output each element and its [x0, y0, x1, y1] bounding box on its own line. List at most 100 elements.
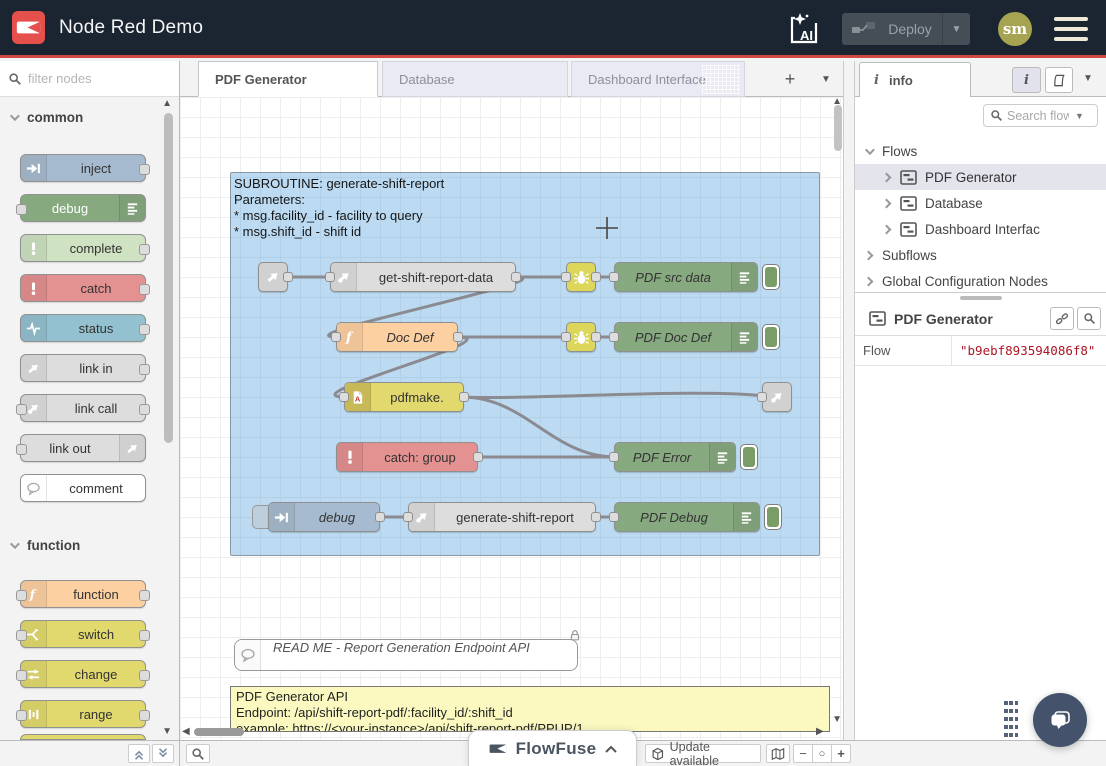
- tree-flows[interactable]: Flows: [855, 138, 1106, 164]
- info-panel-button[interactable]: i: [1012, 67, 1041, 93]
- deploy-options-caret[interactable]: ▼: [942, 13, 970, 45]
- palette-node-change[interactable]: change: [20, 660, 146, 688]
- palette-node-link-in[interactable]: link in: [20, 354, 146, 382]
- tree-subflows[interactable]: Subflows: [855, 242, 1106, 268]
- search-flows-box[interactable]: ▼: [983, 104, 1098, 127]
- palette-node-debug[interactable]: debug: [20, 194, 146, 222]
- chat-widget-button[interactable]: [1033, 693, 1087, 747]
- output-port[interactable]: [591, 272, 601, 282]
- canvas-hscrollbar[interactable]: [194, 728, 244, 736]
- tab-pdf-generator[interactable]: PDF Generator: [198, 61, 378, 97]
- tree-global-config[interactable]: Global Configuration Nodes: [855, 268, 1106, 294]
- palette-node-catch[interactable]: catch: [20, 274, 146, 302]
- filter-nodes-input[interactable]: [28, 71, 179, 86]
- zoom-in-button[interactable]: +: [831, 744, 851, 763]
- search-canvas-button[interactable]: [186, 744, 210, 763]
- output-port[interactable]: [375, 512, 385, 522]
- node-inject-debug[interactable]: debug: [268, 502, 380, 532]
- flowfuse-panel-button[interactable]: FlowFuse: [468, 730, 637, 766]
- input-port[interactable]: [609, 332, 619, 342]
- node-pdf-doc-def[interactable]: PDF Doc Def: [614, 322, 758, 352]
- output-port[interactable]: [511, 272, 521, 282]
- palette-category-function[interactable]: function: [0, 533, 179, 557]
- node-pdf-src-data[interactable]: PDF src data: [614, 262, 758, 292]
- input-port[interactable]: [561, 272, 571, 282]
- output-port[interactable]: [453, 332, 463, 342]
- sidebar-resize-handle[interactable]: [843, 61, 855, 740]
- tree-item-pdf-generator[interactable]: PDF Generator: [855, 164, 1106, 190]
- node-pdf-debug[interactable]: PDF Debug: [614, 502, 760, 532]
- sidebar-options-caret[interactable]: ▼: [1083, 73, 1093, 84]
- output-port[interactable]: [473, 452, 483, 462]
- input-port[interactable]: [403, 512, 413, 522]
- zoom-reset-button[interactable]: ○: [812, 744, 832, 763]
- widget-drag-handle[interactable]: [1004, 701, 1020, 741]
- update-available-button[interactable]: Update available: [645, 744, 761, 763]
- palette-node-status[interactable]: status: [20, 314, 146, 342]
- canvas-vscrollbar[interactable]: [834, 105, 842, 151]
- input-port[interactable]: [609, 272, 619, 282]
- find-flow-button[interactable]: [1077, 307, 1101, 330]
- palette-scroll-up-icon[interactable]: ▲: [162, 99, 172, 109]
- palette-category-common[interactable]: common: [0, 105, 179, 129]
- help-panel-button[interactable]: [1045, 67, 1073, 93]
- tab-database[interactable]: Database: [382, 61, 568, 97]
- copy-link-button[interactable]: [1050, 307, 1074, 330]
- palette-node-range[interactable]: range: [20, 700, 146, 728]
- debug-toggle-button[interactable]: [762, 324, 780, 350]
- palette-node-comment[interactable]: comment: [20, 474, 146, 502]
- canvas-scroll-left-icon[interactable]: ◀: [182, 727, 190, 737]
- node-link-in[interactable]: [258, 262, 288, 292]
- tab-dashboard-interface[interactable]: Dashboard Interface: [571, 61, 745, 97]
- palette-node-complete[interactable]: complete: [20, 234, 146, 262]
- debug-toggle-button[interactable]: [764, 504, 782, 530]
- node-generate-shift-report[interactable]: generate-shift-report: [408, 502, 596, 532]
- node-get-shift-report-data[interactable]: get-shift-report-data: [330, 262, 516, 292]
- expand-all-button[interactable]: [152, 744, 174, 763]
- search-flows-input[interactable]: [1007, 109, 1069, 123]
- api-note[interactable]: PDF Generator API Endpoint: /api/shift-r…: [230, 686, 830, 732]
- node-debug-junction-1[interactable]: [566, 262, 596, 292]
- input-port[interactable]: [561, 332, 571, 342]
- canvas-scroll-right-icon[interactable]: ▶: [816, 727, 824, 737]
- inject-trigger-button[interactable]: [252, 505, 269, 529]
- add-flow-button[interactable]: +: [776, 65, 804, 93]
- output-port[interactable]: [591, 332, 601, 342]
- output-port[interactable]: [459, 392, 469, 402]
- ai-assistant-button[interactable]: [786, 11, 820, 47]
- tab-list-caret[interactable]: ▼: [812, 65, 840, 93]
- tree-item-database[interactable]: Database: [855, 190, 1106, 216]
- node-pdf-error[interactable]: PDF Error: [614, 442, 736, 472]
- input-port[interactable]: [331, 332, 341, 342]
- zoom-out-button[interactable]: −: [793, 744, 813, 763]
- deploy-button[interactable]: Deploy ▼: [842, 13, 970, 45]
- input-port[interactable]: [325, 272, 335, 282]
- node-pdfmake[interactable]: pdfmake.: [344, 382, 464, 412]
- collapse-all-button[interactable]: [128, 744, 150, 763]
- main-menu-button[interactable]: [1054, 17, 1088, 41]
- input-port[interactable]: [609, 452, 619, 462]
- input-port[interactable]: [339, 392, 349, 402]
- node-doc-def[interactable]: Doc Def: [336, 322, 458, 352]
- tab-info[interactable]: i info: [859, 62, 971, 97]
- canvas-scroll-down-icon[interactable]: ▼: [832, 715, 842, 725]
- palette-node-link-out[interactable]: link out: [20, 434, 146, 462]
- palette-node-inject[interactable]: inject: [20, 154, 146, 182]
- output-port[interactable]: [591, 512, 601, 522]
- palette-node-function[interactable]: function: [20, 580, 146, 608]
- debug-toggle-button[interactable]: [762, 264, 780, 290]
- navigator-button[interactable]: [766, 744, 790, 763]
- input-port[interactable]: [609, 512, 619, 522]
- node-debug-junction-2[interactable]: [566, 322, 596, 352]
- node-readme-comment[interactable]: READ ME - Report Generation Endpoint API: [234, 639, 578, 671]
- user-avatar[interactable]: sm: [998, 12, 1032, 46]
- node-link-out[interactable]: [762, 382, 792, 412]
- debug-toggle-button[interactable]: [740, 444, 758, 470]
- palette-node-switch[interactable]: switch: [20, 620, 146, 648]
- info-split-divider[interactable]: [855, 292, 1106, 302]
- palette-node-link-call[interactable]: link call: [20, 394, 146, 422]
- node-catch-group[interactable]: catch: group: [336, 442, 478, 472]
- output-port[interactable]: [283, 272, 293, 282]
- tree-item-dashboard-interface[interactable]: Dashboard Interfac: [855, 216, 1106, 242]
- palette-scroll-down-icon[interactable]: ▼: [162, 727, 172, 737]
